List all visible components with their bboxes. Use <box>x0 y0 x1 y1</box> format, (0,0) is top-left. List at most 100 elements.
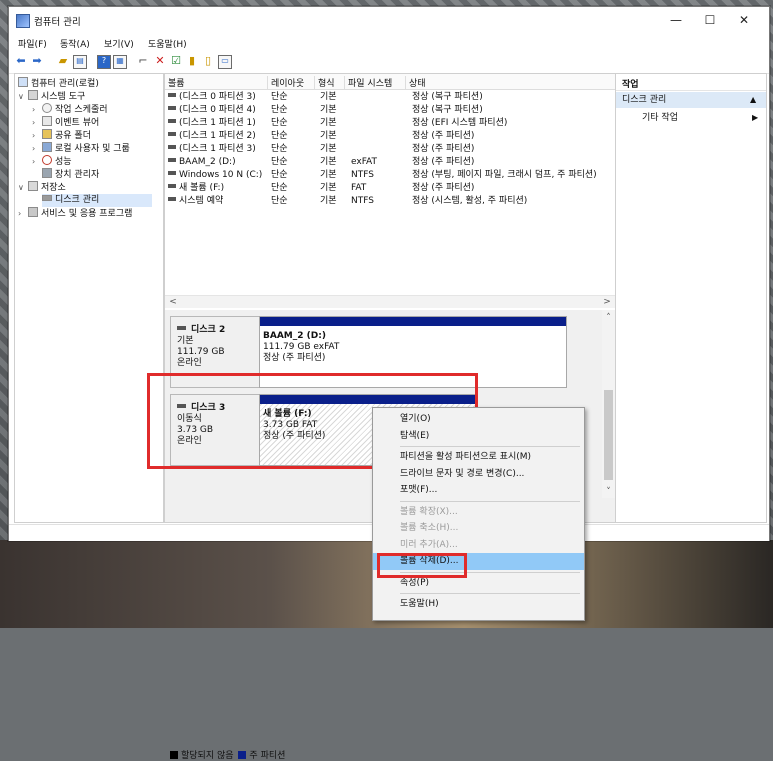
table-cell: 정상 (주 파티션) <box>412 131 475 141</box>
table-cell: 정상 (시스템, 활성, 주 파티션) <box>412 196 528 206</box>
column-volume[interactable]: 볼륨 <box>165 76 268 89</box>
scroll-thumb[interactable] <box>604 390 613 480</box>
connect-icon[interactable]: ⌐ <box>137 55 149 67</box>
toolbar: ⬅ ➡ ▰ ▤ ? ▦ ⌐ ✕ ☑ ▮ ▯ ▭ <box>9 51 769 74</box>
scroll-down-icon[interactable]: ˅ <box>602 486 615 498</box>
tree-item-disk-management[interactable]: 디스크 관리 <box>42 194 152 207</box>
actions-more[interactable]: 기타 작업 ▶ <box>616 110 766 126</box>
tree-item-performance[interactable]: › 성능 <box>32 155 72 168</box>
context-menu-item[interactable]: 드라이브 문자 및 경로 변경(C)... <box>373 466 584 483</box>
title-bar[interactable]: 컴퓨터 관리 — ☐ ✕ <box>9 7 769 33</box>
tree-item-system-tools[interactable]: ∨ 시스템 도구 <box>18 90 85 103</box>
table-cell: 단순 <box>271 144 288 154</box>
minimize-button[interactable]: — <box>659 7 693 33</box>
disk-icon <box>42 195 52 201</box>
collapse-icon[interactable]: ▲ <box>750 92 756 108</box>
column-type[interactable]: 형식 <box>315 76 345 89</box>
legend-swatch-primary <box>238 751 247 759</box>
table-cell: exFAT <box>351 157 378 167</box>
chevron-down-icon[interactable]: ∨ <box>18 181 28 194</box>
scroll-right-icon[interactable]: > <box>601 296 613 308</box>
menu-help[interactable]: 도움말(H) <box>148 37 187 50</box>
table-row[interactable]: (디스크 1 파티션 1) 단순 기본 정상 (EFI 시스템 파티션) <box>165 117 615 130</box>
context-menu-item[interactable]: 미러 추가(A)... <box>373 537 584 554</box>
chevron-right-icon[interactable]: › <box>32 142 42 155</box>
back-arrow-icon[interactable]: ⬅ <box>15 55 27 67</box>
partition-title: BAAM_2 (D:) <box>263 331 326 341</box>
table-cell: 기본 <box>320 131 337 141</box>
context-menu-item[interactable]: 볼륨 확장(X)... <box>373 504 584 521</box>
menu-file[interactable]: 파일(F) <box>18 37 47 50</box>
check-icon[interactable]: ☑ <box>170 55 182 67</box>
menu-view[interactable]: 보기(V) <box>104 37 134 50</box>
delete-volume-highlight-box <box>377 553 467 578</box>
submenu-arrow-icon: ▶ <box>752 113 759 122</box>
partition-context-menu: 열기(O) 탐색(E) 파티션을 활성 파티션으로 표시(M) 드라이브 문자 및 경… <box>372 407 585 621</box>
table-cell: (디스크 1 파티션 1) <box>168 117 268 130</box>
context-menu-item[interactable]: 탐색(E) <box>373 428 584 445</box>
tree-item-task-scheduler[interactable]: › 작업 스케줄러 <box>32 103 108 116</box>
volume-icon <box>168 106 176 110</box>
volume-icon <box>168 197 176 201</box>
horizontal-scrollbar[interactable]: < > <box>165 295 615 308</box>
table-cell: 단순 <box>271 170 288 180</box>
export-icon[interactable]: ▯ <box>202 55 214 67</box>
up-folder-icon[interactable]: ▰ <box>57 55 69 67</box>
tree-item-event-viewer[interactable]: › 이벤트 뷰어 <box>32 116 99 129</box>
legend-unallocated: 할당되지 않음 <box>181 751 234 761</box>
context-menu-item[interactable]: 파티션을 활성 파티션으로 표시(M) <box>373 449 584 466</box>
vertical-scrollbar[interactable]: ˄ ˅ <box>602 310 615 498</box>
tree-item-device-manager[interactable]: 장치 관리자 <box>42 168 99 181</box>
console-tree-icon[interactable]: ▤ <box>73 55 87 69</box>
tree-item-local-users[interactable]: › 로컬 사용자 및 그룹 <box>32 142 130 155</box>
tree-item-services-apps[interactable]: › 서비스 및 응용 프로그램 <box>18 207 132 220</box>
chevron-right-icon[interactable]: › <box>32 116 42 129</box>
table-cell: 기본 <box>320 183 337 193</box>
table-cell: 시스템 예약 <box>168 195 268 208</box>
help-icon[interactable]: ? <box>97 55 111 69</box>
tree-item-shared-folders[interactable]: › 공유 폴더 <box>32 129 91 142</box>
column-layout[interactable]: 레이아웃 <box>268 76 315 89</box>
table-row[interactable]: (디스크 0 파티션 3) 단순 기본 정상 (복구 파티션) <box>165 91 615 104</box>
tree-root[interactable]: 컴퓨터 관리(로컬) <box>18 77 99 90</box>
table-row[interactable]: (디스크 0 파티션 4) 단순 기본 정상 (복구 파티션) <box>165 104 615 117</box>
table-row[interactable]: Windows 10 N (C:) 단순 기본 NTFS 정상 (부팅, 페이지 파일,… <box>165 169 615 182</box>
disk-size: 111.79 GB <box>177 347 225 357</box>
context-menu-item[interactable]: 도움말(H) <box>373 596 584 613</box>
table-cell: 단순 <box>271 92 288 102</box>
chevron-right-icon[interactable]: › <box>32 103 42 116</box>
window-icon[interactable]: ▭ <box>218 55 232 69</box>
table-cell: 단순 <box>271 196 288 206</box>
column-filesystem[interactable]: 파일 시스템 <box>345 76 406 89</box>
console-tree-pane: 컴퓨터 관리(로컬) ∨ 시스템 도구 › 작업 스케줄러 › 이벤트 뷰어 › 공유 … <box>14 73 164 523</box>
actions-pane: 작업 디스크 관리 ▲ 기타 작업 ▶ <box>615 73 767 523</box>
scroll-up-icon[interactable]: ˄ <box>602 312 615 324</box>
menu-separator <box>400 500 580 502</box>
maximize-button[interactable]: ☐ <box>693 7 727 33</box>
chevron-right-icon[interactable]: › <box>32 155 42 168</box>
chevron-down-icon[interactable]: ∨ <box>18 90 28 103</box>
context-menu-item[interactable]: 열기(O) <box>373 411 584 428</box>
partition-bar <box>260 317 566 326</box>
table-cell: 기본 <box>320 157 337 167</box>
column-status[interactable]: 상태 <box>406 76 615 89</box>
chevron-right-icon[interactable]: › <box>32 129 42 142</box>
table-row[interactable]: (디스크 1 파티션 2) 단순 기본 정상 (주 파티션) <box>165 130 615 143</box>
menu-bar: 파일(F) 동작(A) 보기(V) 도움말(H) <box>9 33 769 51</box>
context-menu-item[interactable]: 포맷(F)... <box>373 482 584 499</box>
context-menu-item[interactable]: 볼륨 축소(H)... <box>373 520 584 537</box>
chevron-right-icon[interactable]: › <box>18 207 28 220</box>
table-row[interactable]: (디스크 1 파티션 3) 단순 기본 정상 (주 파티션) <box>165 143 615 156</box>
delete-icon[interactable]: ✕ <box>154 55 166 67</box>
table-row[interactable]: BAAM_2 (D:) 단순 기본 exFAT 정상 (주 파티션) <box>165 156 615 169</box>
tree-item-storage[interactable]: ∨ 저장소 <box>18 181 66 194</box>
scroll-left-icon[interactable]: < <box>167 296 179 308</box>
close-button[interactable]: ✕ <box>727 7 761 33</box>
table-row[interactable]: 새 볼륨 (F:) 단순 기본 FAT 정상 (주 파티션) <box>165 182 615 195</box>
menu-action[interactable]: 동작(A) <box>60 37 90 50</box>
forward-arrow-icon[interactable]: ➡ <box>31 55 43 67</box>
table-row[interactable]: 시스템 예약 단순 기본 NTFS 정상 (시스템, 활성, 주 파티션) <box>165 195 615 208</box>
folder-gold-icon[interactable]: ▮ <box>186 55 198 67</box>
properties-icon[interactable]: ▦ <box>113 55 127 69</box>
actions-section-disk-management[interactable]: 디스크 관리 ▲ <box>616 92 766 108</box>
